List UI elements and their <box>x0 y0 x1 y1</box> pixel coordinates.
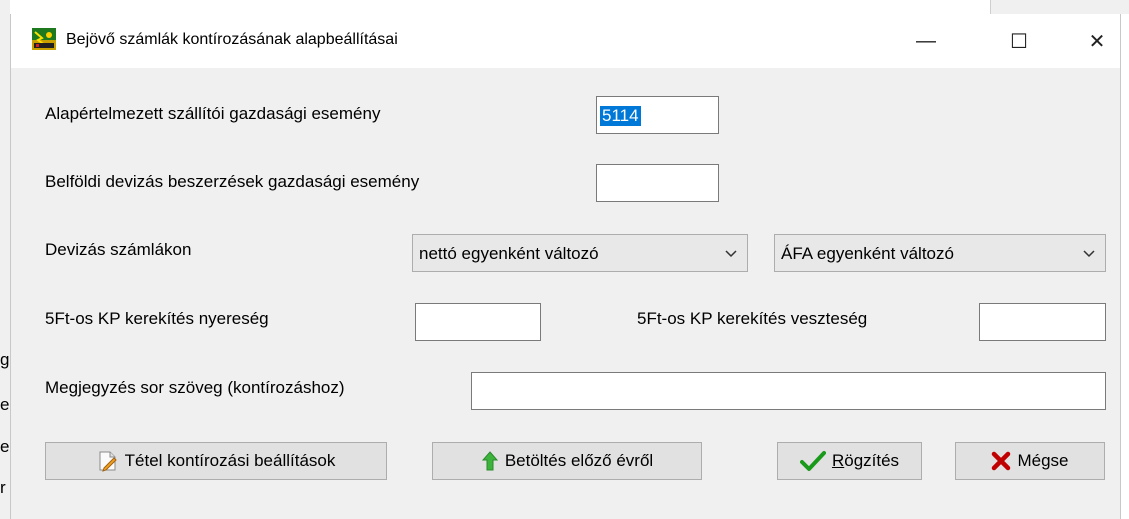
background-text-fragment: e <box>0 395 10 414</box>
minimize-button[interactable]: — <box>902 14 950 68</box>
vat-mode-select[interactable]: ÁFA egyenként változó <box>774 234 1106 272</box>
cancel-button[interactable]: Mégse <box>955 442 1105 480</box>
save-label: Rögzítés <box>832 451 899 471</box>
checkmark-icon <box>799 451 826 471</box>
vat-mode-value: ÁFA egyenként változó <box>781 244 954 263</box>
title-bar[interactable]: Bejövő számlák kontírozásának alapbeállí… <box>11 14 1120 68</box>
item-settings-label: Tétel kontírozási beállítások <box>124 451 336 470</box>
edit-document-icon <box>99 451 117 472</box>
background-text-fragment: g <box>0 350 10 369</box>
default-supplier-event-label: Alapértelmezett szállítói gazdasági esem… <box>45 104 381 123</box>
note-line-field[interactable] <box>471 372 1106 410</box>
note-line-label: Megjegyzés sor szöveg (kontírozáshoz) <box>45 378 345 397</box>
rounding-loss-field[interactable] <box>979 303 1106 341</box>
fx-invoices-label: Devizás számlákon <box>45 240 192 259</box>
rounding-loss-label: 5Ft-os KP kerekítés veszteség <box>637 309 868 328</box>
background-window-edge: g e e r <box>0 0 10 519</box>
domestic-fx-event-label: Belföldi devizás beszerzések gazdasági e… <box>45 172 420 191</box>
rounding-gain-label: 5Ft-os KP kerekítés nyereség <box>45 309 269 328</box>
load-previous-year-label: Betöltés előző évről <box>504 451 654 470</box>
default-supplier-event-value: 5114 <box>600 106 641 126</box>
window-title: Bejövő számlák kontírozásának alapbeállí… <box>66 31 398 48</box>
close-button[interactable]: ✕ <box>1073 14 1121 68</box>
maximize-button[interactable]: ☐ <box>995 14 1043 68</box>
item-settings-button[interactable]: Tétel kontírozási beállítások <box>45 442 387 480</box>
load-previous-year-button[interactable]: Betöltés előző évről <box>432 442 702 480</box>
net-mode-value: nettó egyenként változó <box>419 244 599 263</box>
settings-dialog: Bejövő számlák kontírozásának alapbeállí… <box>10 14 1121 519</box>
arrow-up-icon <box>481 451 498 471</box>
minimize-icon: — <box>916 29 936 52</box>
background-text-fragment: r <box>0 478 6 497</box>
maximize-icon: ☐ <box>1010 30 1028 53</box>
chevron-down-icon <box>1083 250 1095 258</box>
background-text-fragment: e <box>0 437 10 456</box>
save-button[interactable]: Rögzítés <box>777 442 922 480</box>
cancel-x-icon <box>992 451 1011 471</box>
default-supplier-event-field[interactable]: 5114 <box>596 96 719 134</box>
close-icon: ✕ <box>1088 30 1106 53</box>
net-mode-select[interactable]: nettó egyenként változó <box>412 234 748 272</box>
app-icon <box>32 28 56 50</box>
chevron-down-icon <box>725 250 737 258</box>
background-window-titlebar <box>990 0 1129 14</box>
cancel-label: Mégse <box>1017 451 1069 470</box>
save-hotkey: R <box>831 451 845 470</box>
domestic-fx-event-field[interactable] <box>596 164 719 202</box>
save-label-rest: ögzítés <box>844 451 900 470</box>
rounding-gain-field[interactable] <box>415 303 541 341</box>
